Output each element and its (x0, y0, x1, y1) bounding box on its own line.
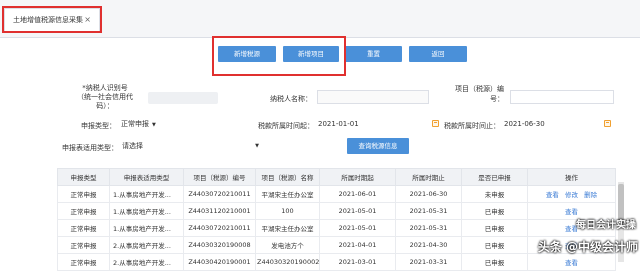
cell-usage-type: 1.从事房地产开发... (109, 185, 184, 203)
table-row[interactable]: 正常申报 2.从事房地产开发... Z44030420190001 Z44030… (57, 253, 616, 271)
caret-down-icon: ▼ (152, 122, 156, 128)
cell-period-end: 2021-05-31 (395, 202, 462, 220)
cell-declare-type: 正常申报 (57, 236, 110, 254)
cell-usage-type: 2.从事房地产开发... (109, 253, 184, 271)
table-row[interactable]: 正常申报 1.从事房地产开发... Z44031120210001 100 20… (57, 202, 616, 220)
cell-period-start: 2021-03-01 (319, 253, 396, 271)
calendar-icon[interactable] (604, 120, 611, 127)
usage-type-select[interactable]: 请选择 ▼ (119, 140, 263, 154)
taxpayer-name-label: 纳税人名称： (270, 95, 312, 103)
declare-type-label: 申报类型： (81, 122, 116, 130)
delete-link[interactable]: 删除 (584, 191, 597, 199)
cell-period-end: 2021-04-30 (395, 236, 462, 254)
cell-declare-type: 正常申报 (57, 253, 110, 271)
cell-status: 已申报 (461, 236, 528, 254)
caret-down-icon: ▼ (255, 143, 259, 149)
buttons-highlight (212, 36, 346, 76)
col-header: 操作 (527, 168, 616, 186)
cell-declare-type: 正常申报 (57, 202, 110, 220)
cell-project-code: Z44030320190008 (183, 236, 256, 254)
col-header: 项目（税源）名称 (255, 168, 320, 186)
col-header: 申报表适用类型 (109, 168, 184, 186)
usage-type-label: 申报表适用类型： (62, 144, 118, 152)
back-button[interactable]: 返回 (409, 46, 467, 62)
col-header: 申报类型 (57, 168, 110, 186)
cell-declare-type: 正常申报 (57, 219, 110, 237)
col-header: 所属时期止 (395, 168, 462, 186)
cell-status: 已申报 (461, 219, 528, 237)
cell-usage-type: 1.从事房地产开发... (109, 202, 184, 220)
taxpayer-id-field[interactable] (148, 92, 218, 104)
table-row[interactable]: 正常申报 1.从事房地产开发... Z44030720210011 平湖宋主任办… (57, 219, 616, 237)
period-end-field[interactable]: 2021-06-30 (501, 118, 601, 132)
cell-usage-type: 2.从事房地产开发... (109, 236, 184, 254)
cell-project-code: Z44030420190001 (183, 253, 256, 271)
watermark-line1: 每日会计实操 (576, 220, 636, 231)
cell-project-name: 平湖宋主任办公室 (255, 185, 320, 203)
cell-project-code: Z44030720210011 (183, 185, 256, 203)
view-link[interactable]: 查看 (565, 259, 578, 267)
cell-period-end: 2021-03-31 (395, 253, 462, 271)
cell-period-start: 2021-04-01 (319, 236, 396, 254)
cell-usage-type: 1.从事房地产开发... (109, 219, 184, 237)
col-header: 是否已申报 (461, 168, 528, 186)
cell-actions: 查看 (527, 253, 616, 271)
taxpayer-name-field[interactable] (317, 90, 429, 104)
period-start-field[interactable]: 2021-01-01 (315, 118, 415, 132)
cell-project-name: 发电池方个 (255, 236, 320, 254)
cell-period-end: 2021-05-31 (395, 219, 462, 237)
cell-status: 已申报 (461, 253, 528, 271)
edit-link[interactable]: 修改 (565, 191, 578, 199)
cell-status: 未申报 (461, 185, 528, 203)
cell-period-start: 2021-05-01 (319, 219, 396, 237)
view-link[interactable]: 查看 (546, 191, 559, 199)
view-link[interactable]: 查看 (565, 208, 578, 216)
table-row[interactable]: 正常申报 1.从事房地产开发... Z44030720210011 平湖宋主任办… (57, 185, 616, 203)
col-header: 项目（税源）编号 (183, 168, 256, 186)
query-tax-source-button[interactable]: 查询税源信息 (347, 138, 409, 154)
cell-project-name: 平湖宋主任办公室 (255, 219, 320, 237)
tab-highlight (2, 6, 102, 33)
col-header: 所属时期起 (319, 168, 396, 186)
reset-button[interactable]: 重置 (345, 46, 402, 62)
watermark-line2: 头条 @中级会计师 (537, 240, 638, 254)
tax-source-table: 申报类型 申报表适用类型 项目（税源）编号 项目（税源）名称 所属时期起 所属时… (57, 168, 616, 271)
cell-status: 已申报 (461, 202, 528, 220)
calendar-icon[interactable] (432, 120, 439, 127)
cell-period-start: 2021-06-01 (319, 185, 396, 203)
table-header-row: 申报类型 申报表适用类型 项目（税源）编号 项目（税源）名称 所属时期起 所属时… (57, 168, 616, 186)
period-end-label: 税款所属时间止： (444, 122, 500, 130)
table-row[interactable]: 正常申报 2.从事房地产开发... Z44030320190008 发电池方个 … (57, 236, 616, 254)
cell-actions: 查看 修改 删除 (527, 185, 616, 203)
cell-project-code: Z44030720210011 (183, 219, 256, 237)
declare-type-select[interactable]: 正常申报 ▼ (118, 118, 163, 132)
cell-period-end: 2021-06-30 (395, 185, 462, 203)
cell-project-code: Z44031120210001 (183, 202, 256, 220)
taxpayer-id-label: *纳税人识别号 （统一社会信用代 码）： (77, 84, 133, 110)
cell-period-start: 2021-05-01 (319, 202, 396, 220)
project-code-field[interactable] (510, 90, 614, 104)
period-start-label: 税款所属时间起： (258, 122, 314, 130)
cell-project-name: Z44030320190002 (255, 253, 320, 271)
cell-project-name: 100 (255, 202, 320, 220)
cell-declare-type: 正常申报 (57, 185, 110, 203)
project-code-label: 项目（税源）编 号： (455, 85, 504, 103)
